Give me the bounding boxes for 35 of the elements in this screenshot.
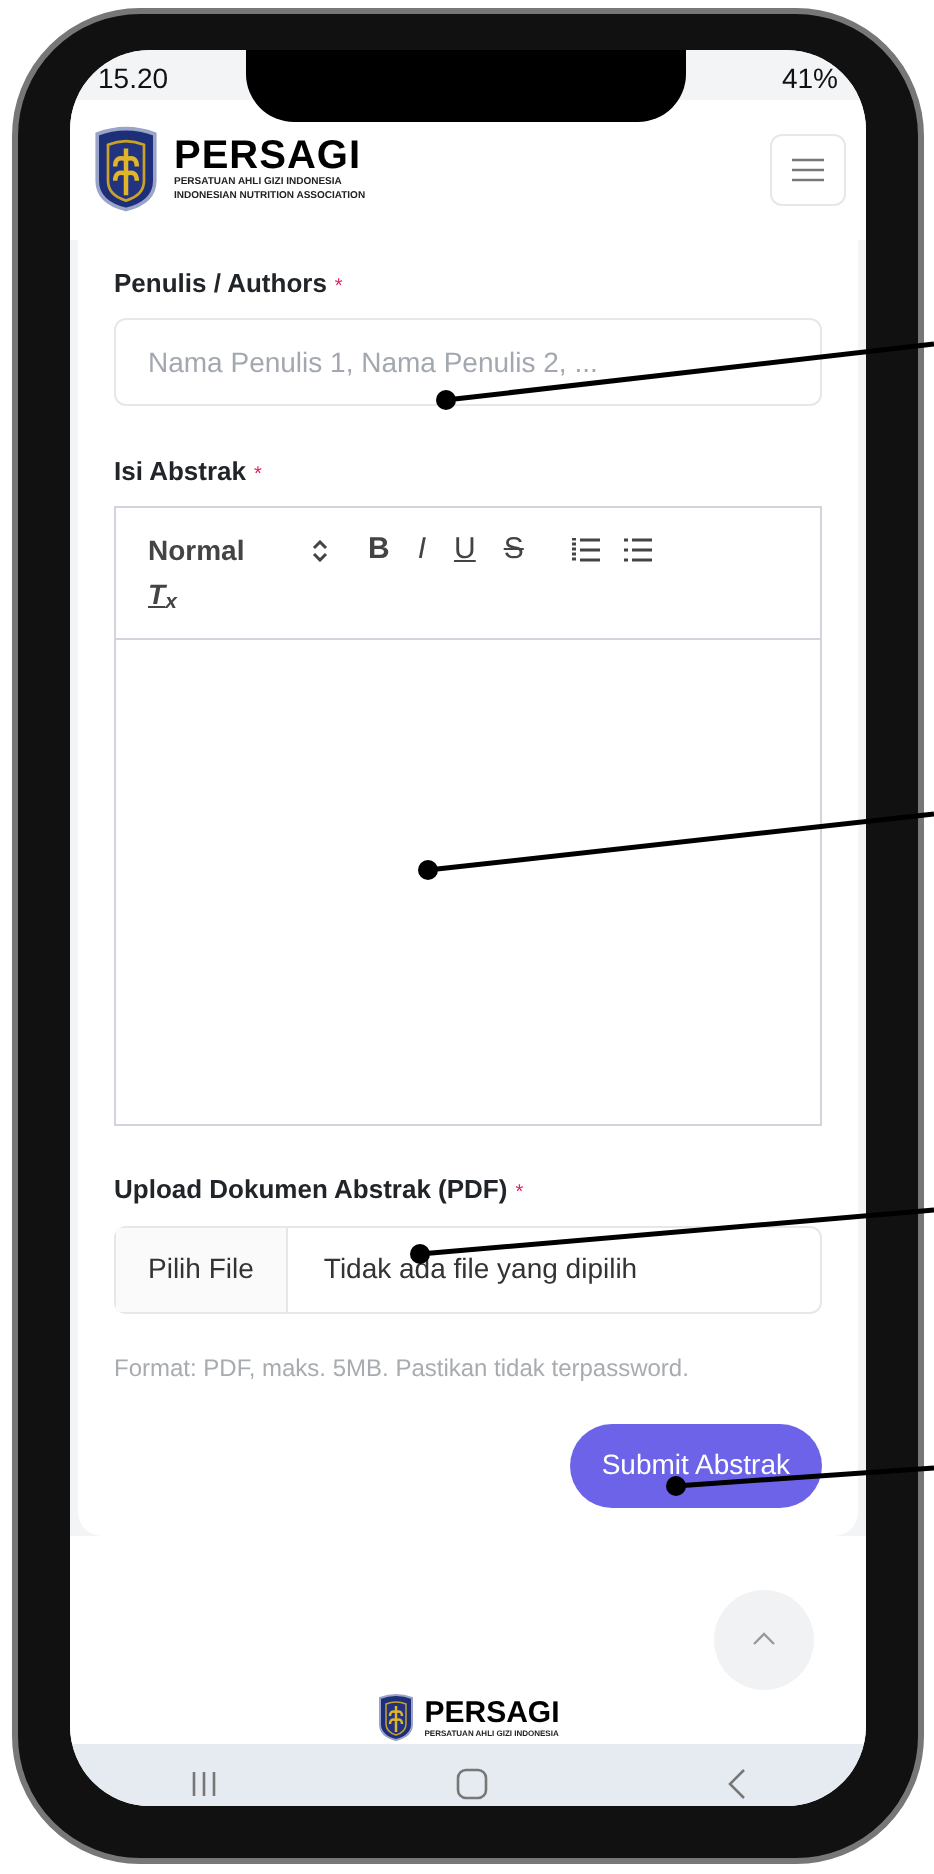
menu-icon (792, 158, 824, 182)
ordered-list-button[interactable] (567, 534, 604, 567)
required-mark: * (254, 461, 262, 489)
bullet-list-icon (623, 538, 652, 563)
battery-text: 41% (781, 60, 838, 98)
bold-button[interactable]: B (360, 528, 398, 573)
emblem-icon (90, 126, 162, 214)
bullet-list-button[interactable] (619, 534, 656, 567)
footer-brand: PERSAGI (424, 1697, 560, 1727)
emblem-icon (376, 1691, 417, 1743)
field-label: Isi Abstrak (114, 453, 246, 489)
required-mark: * (515, 1180, 524, 1208)
recent-apps-icon[interactable] (189, 1769, 218, 1797)
format-dropdown[interactable]: Normal (148, 529, 328, 572)
home-icon[interactable] (455, 1767, 488, 1799)
strikethrough-button[interactable]: S (495, 528, 532, 573)
file-status-text: Tidak ada file yang dipilih (321, 1250, 640, 1288)
field-label: Penulis / Authors (114, 266, 327, 302)
italic-button[interactable]: I (409, 528, 435, 573)
required-mark: * (334, 274, 343, 302)
sort-arrows-icon (312, 539, 328, 562)
choose-file-button[interactable]: Pilih File (116, 1227, 288, 1311)
clock-text: 15.20 (98, 60, 169, 98)
menu-button[interactable] (770, 134, 846, 206)
ordered-list-icon (571, 538, 600, 563)
file-input[interactable]: Pilih File Tidak ada file yang dipilih (114, 1225, 822, 1313)
authors-input[interactable]: Nama Penulis 1, Nama Penulis 2, ... (114, 317, 822, 405)
upload-hint: Format: PDF, maks. 5MB. Pastikan tidak terpassword. (114, 1351, 691, 1385)
back-icon[interactable] (726, 1767, 747, 1799)
submit-button[interactable]: Submit Abstrak (569, 1423, 822, 1507)
field-label: Upload Dokumen Abstrak (PDF) (114, 1172, 508, 1208)
clear-format-button[interactable]: T$_{x}$ (148, 577, 177, 609)
brand-name: PERSAGI (174, 136, 364, 176)
underline-button[interactable]: U (446, 528, 484, 573)
chevron-up-icon (752, 1632, 776, 1646)
